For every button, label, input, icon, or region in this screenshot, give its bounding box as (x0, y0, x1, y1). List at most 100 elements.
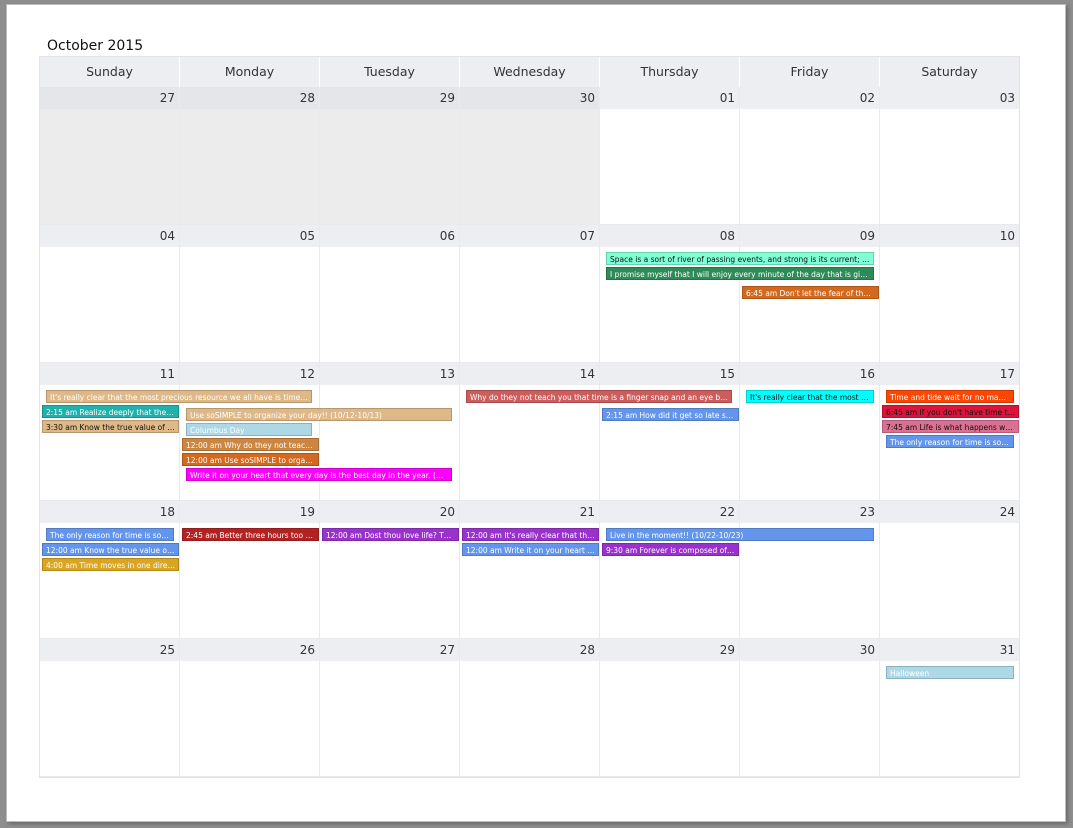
day-number: 14 (460, 363, 599, 385)
day-number: 15 (600, 363, 739, 385)
day-cell[interactable]: 15 (600, 363, 740, 501)
calendar-event[interactable]: 12:00 am It's really clear that the mo..… (462, 528, 599, 541)
calendar-event[interactable]: 4:00 am Time moves in one direction... (42, 558, 179, 571)
calendar-event[interactable]: 12:00 am Why do they not teach you... (182, 438, 319, 451)
week-row: 27 28 29 30 01 02 03 (40, 87, 1019, 225)
day-number: 09 (740, 225, 879, 247)
day-cell[interactable]: 16 (740, 363, 880, 501)
day-cell[interactable]: 03 (880, 87, 1019, 225)
day-number: 13 (320, 363, 459, 385)
calendar-event[interactable]: 2:45 am Better three hours too soon ... (182, 528, 319, 541)
day-number: 07 (460, 225, 599, 247)
day-cell[interactable]: 24 (880, 501, 1019, 639)
calendar-event[interactable]: 6:45 am Don't let the fear of the time..… (742, 286, 879, 299)
day-cell[interactable]: 27 (40, 87, 180, 225)
month-title: October 2015 (47, 38, 144, 54)
day-cell[interactable]: 05 (180, 225, 320, 363)
day-number: 03 (880, 87, 1019, 109)
calendar-event[interactable]: 12:00 am Write it on your heart that ... (462, 543, 599, 556)
day-number: 11 (40, 363, 179, 385)
day-cell[interactable]: 22 (600, 501, 740, 639)
calendar-event[interactable]: It's really clear that the most precious… (46, 390, 312, 403)
day-cell[interactable]: 23 (740, 501, 880, 639)
calendar-event[interactable]: The only reason for time is so that... (46, 528, 174, 541)
day-number: 21 (460, 501, 599, 523)
day-cell[interactable]: 19 (180, 501, 320, 639)
weekday-header: Sunday Monday Tuesday Wednesday Thursday… (40, 57, 1019, 87)
day-cell[interactable]: 26 (180, 639, 320, 777)
day-cell[interactable]: 20 (320, 501, 460, 639)
day-cell[interactable]: 29 (600, 639, 740, 777)
day-number: 02 (740, 87, 879, 109)
calendar-event[interactable]: 12:00 am Dost thou love life? Then d... (322, 528, 459, 541)
calendar-event[interactable]: 6:45 am If you don't have time to do ... (882, 405, 1019, 418)
weekday-monday: Monday (180, 57, 320, 87)
day-number: 05 (180, 225, 319, 247)
calendar-event[interactable]: It's really clear that the most preci... (746, 390, 874, 403)
weekday-tuesday: Tuesday (320, 57, 460, 87)
weekday-sunday: Sunday (40, 57, 180, 87)
day-cell[interactable]: 21 (460, 501, 600, 639)
calendar-event[interactable]: Write it on your heart that every day is… (186, 468, 452, 481)
calendar-event[interactable]: I promise myself that I will enjoy every… (606, 267, 874, 280)
month-grid: Sunday Monday Tuesday Wednesday Thursday… (39, 56, 1020, 778)
calendar-event[interactable]: 9:30 am Forever is composed of now... (602, 543, 739, 556)
day-cell[interactable]: 28 (460, 639, 600, 777)
weekday-friday: Friday (740, 57, 880, 87)
day-number: 10 (880, 225, 1019, 247)
day-number: 29 (320, 87, 459, 109)
day-number: 24 (880, 501, 1019, 523)
day-number: 01 (600, 87, 739, 109)
calendar-event[interactable]: Space is a sort of river of passing even… (606, 252, 874, 265)
calendar-event[interactable]: 2:15 am How did it get so late so soo... (602, 408, 739, 421)
day-number: 12 (180, 363, 319, 385)
weekday-saturday: Saturday (921, 64, 978, 79)
day-cell[interactable]: 14 (460, 363, 600, 501)
day-cell[interactable]: 28 (180, 87, 320, 225)
day-cell[interactable]: 06 (320, 225, 460, 363)
day-cell[interactable]: 25 (40, 639, 180, 777)
day-cell[interactable]: 04 (40, 225, 180, 363)
day-number: 28 (460, 639, 599, 661)
calendar-event[interactable]: Live in the moment!! (10/22-10/23) (606, 528, 874, 541)
day-number: 27 (320, 639, 459, 661)
day-number: 08 (600, 225, 739, 247)
weekday-wednesday: Wednesday (460, 57, 600, 87)
calendar-event[interactable]: Time and tide wait for no man. (M... (886, 390, 1014, 403)
day-number: 22 (600, 501, 739, 523)
calendar-event[interactable]: 7:45 am Life is what happens while y... (882, 420, 1019, 433)
day-cell[interactable]: 02 (740, 87, 880, 225)
week-row: 11 12 13 14 15 16 17 It's really clear t… (40, 363, 1019, 501)
day-number: 16 (740, 363, 879, 385)
day-cell[interactable]: 08 (600, 225, 740, 363)
weekday-thursday: Thursday (600, 57, 740, 87)
day-number: 27 (40, 87, 179, 109)
calendar-event[interactable]: Why do they not teach you that time is a… (466, 390, 732, 403)
day-number: 20 (320, 501, 459, 523)
calendar-event[interactable]: Use soSIMPLE to organize your day!! (10/… (186, 408, 452, 421)
calendar-event[interactable]: 12:00 am Know the true value of tim... (42, 543, 179, 556)
calendar-event[interactable]: Halloween (886, 666, 1014, 679)
week-row: 18 19 20 21 22 23 24 The only reason for… (40, 501, 1019, 639)
day-number: 04 (40, 225, 179, 247)
day-number: 26 (180, 639, 319, 661)
day-cell[interactable]: 27 (320, 639, 460, 777)
day-number: 31 (880, 639, 1019, 661)
day-number: 19 (180, 501, 319, 523)
day-cell[interactable]: 30 (740, 639, 880, 777)
day-cell[interactable]: 30 (460, 87, 600, 225)
day-cell[interactable]: 10 (880, 225, 1019, 363)
day-cell[interactable]: 31 (880, 639, 1019, 777)
calendar-event[interactable]: Columbus Day (186, 423, 312, 436)
day-cell[interactable]: 29 (320, 87, 460, 225)
calendar-event[interactable]: 3:30 am Know the true value of time;... (42, 420, 179, 433)
day-cell[interactable]: 01 (600, 87, 740, 225)
day-number: 28 (180, 87, 319, 109)
day-number: 06 (320, 225, 459, 247)
week-row: 04 05 06 07 08 09 10 Space is a sort of … (40, 225, 1019, 363)
day-cell[interactable]: 07 (460, 225, 600, 363)
calendar-event[interactable]: 12:00 am Use soSIMPLE to organize y... (182, 453, 319, 466)
calendar-event[interactable]: 2:15 am Realize deeply that the pres... (42, 405, 179, 418)
day-number: 23 (740, 501, 879, 523)
calendar-event[interactable]: The only reason for time is so that ... (886, 435, 1014, 448)
